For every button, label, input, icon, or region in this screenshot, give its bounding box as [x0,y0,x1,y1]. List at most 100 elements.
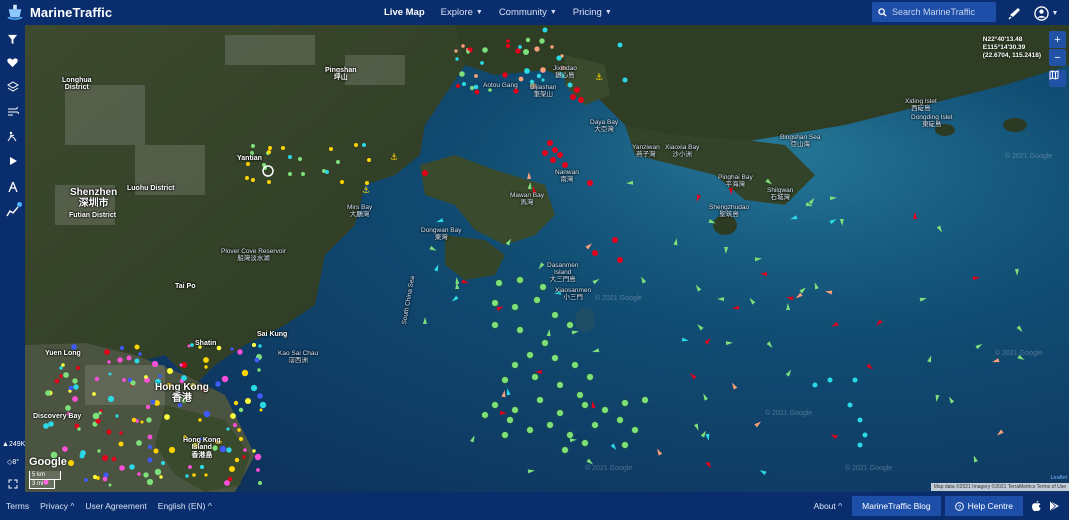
vessel-marker-harbour[interactable] [221,375,229,383]
vessel-marker-port[interactable] [502,72,508,78]
vessel-marker-harbour[interactable] [199,464,205,470]
vessel-marker-port[interactable] [459,71,465,77]
vessel-marker-port[interactable] [469,85,475,91]
vessel-marker-port[interactable] [524,68,530,74]
vessel-marker-harbour[interactable] [68,460,74,466]
user-agreement-link[interactable]: User Agreement [85,501,146,511]
vessel-marker-harbour[interactable] [183,435,187,439]
vessel-marker-harbour[interactable] [243,448,247,452]
map-attribution[interactable]: Map data ©2021 Imagery ©2021 TerraMetric… [930,483,1069,491]
live-map[interactable]: ⚓ ⚓ ⚓ Shenzhen 深圳市 Hong Kong 香港 Hong Kong … [25,25,1069,492]
vessel-marker-anchored[interactable] [621,399,629,407]
apple-app-store-icon[interactable] [1027,496,1045,516]
vessel-marker-harbour[interactable] [198,345,202,349]
vessel-marker-harbour[interactable] [190,343,194,347]
vessel-marker-harbour[interactable] [153,448,159,454]
vessel-marker-port[interactable] [515,48,521,54]
vessel-marker-harbour[interactable] [104,349,110,355]
vessel-marker-harbour[interactable] [204,473,208,477]
vessel-marker-harbour[interactable] [154,468,162,476]
vessel-marker-harbour[interactable] [111,456,117,462]
vessel-marker-port[interactable] [534,46,540,52]
vessel-marker-harbour[interactable] [98,411,102,415]
vessel-marker-harbour[interactable] [237,428,241,432]
vessel-marker-harbour[interactable] [227,476,233,482]
vessel-marker-harbour[interactable] [119,465,125,471]
vessel-marker-harbour[interactable] [185,474,189,478]
vessel-marker-port[interactable] [340,180,344,184]
vessel-marker-harbour[interactable] [45,390,51,396]
vessel-marker-tanker[interactable] [557,152,563,158]
vessel-marker-port[interactable] [281,146,285,150]
vessel-marker-anchored[interactable] [506,416,514,424]
vessel-marker-harbour[interactable] [84,478,88,482]
vessel-marker-harbour[interactable] [63,372,69,378]
vessel-marker-harbour[interactable] [190,383,196,389]
vessel-marker-port[interactable] [523,49,529,55]
vessel-marker-harbour[interactable] [238,407,244,413]
vessel-marker-harbour[interactable] [59,366,63,370]
brand-logo[interactable]: MarineTraffic [6,3,112,21]
vessel-marker-harbour[interactable] [259,408,263,412]
vessel-marker-harbour[interactable] [226,447,232,453]
vessel-marker-anchored[interactable] [556,381,564,389]
vessel-marker-port[interactable] [301,172,305,176]
vessel-marker-harbour[interactable] [254,453,262,461]
vessel-marker-harbour[interactable] [159,475,163,479]
vessel-marker-port[interactable] [251,178,255,182]
vessel-marker-harbour[interactable] [257,393,263,399]
rotation-indicator[interactable]: ◇8° [2,458,24,466]
vessel-marker-tanker[interactable] [552,147,558,153]
vessel-marker-anchored[interactable] [511,406,519,414]
vessel-marker-anchored[interactable] [516,276,524,284]
vessel-marker-harbour[interactable] [258,344,262,348]
vessel-marker-port[interactable] [250,151,254,155]
vessel-marker-passenger[interactable] [567,82,573,88]
vessel-marker-harbour[interactable] [92,474,98,480]
vessel-marker-port[interactable] [560,73,566,79]
vessel-marker-port[interactable] [268,146,272,150]
vessel-marker-port[interactable] [246,162,250,166]
vessel-marker-harbour[interactable] [72,396,78,402]
vessel-marker-harbour[interactable] [252,449,256,453]
vessel-marker-harbour[interactable] [166,383,172,389]
vessel-marker-tanker[interactable] [542,150,548,156]
vessel-marker-harbour[interactable] [241,369,249,377]
vessel-marker-harbour[interactable] [238,436,244,442]
vessel-marker-harbour[interactable] [65,405,71,411]
google-play-icon[interactable] [1045,496,1063,516]
vessel-marker-anchored[interactable] [511,361,519,369]
vessel-marker-harbour[interactable] [80,450,86,456]
blog-button[interactable]: MarineTraffic Blog [852,496,941,516]
vessel-marker-harbour[interactable] [215,381,221,387]
weather-button[interactable] [2,100,23,121]
help-centre-button[interactable]: ? Help Centre [944,496,1023,516]
vessel-marker-harbour[interactable] [242,455,246,459]
vessel-marker-harbour[interactable] [237,349,243,355]
vessel-marker-harbour[interactable] [108,483,112,487]
user-menu[interactable]: ▼ [1032,3,1060,23]
vessel-marker-harbour[interactable] [233,423,237,427]
density-maps-button[interactable] [2,125,23,146]
vessel-marker-anchored[interactable] [491,299,499,307]
anchor-icon[interactable]: ⚓ [362,186,370,196]
vessel-marker-harbour[interactable] [250,384,258,392]
vessel-marker-anchored[interactable] [581,439,589,447]
vessel-marker-harbour[interactable] [103,472,109,478]
vessel-marker-anchored[interactable] [511,303,519,311]
vessel-marker-anchored[interactable] [541,339,549,347]
vessel-marker-harbour[interactable] [181,375,187,381]
vessel-marker-passenger[interactable] [812,382,818,388]
vessel-marker-anchored[interactable] [556,409,564,417]
vessel-marker-harbour[interactable] [146,417,152,423]
vessel-marker-harbour[interactable] [61,363,65,367]
vessel-marker-port[interactable] [525,37,531,43]
search-box[interactable] [872,2,996,22]
nav-pricing[interactable]: Pricing ▼ [573,7,612,18]
vessel-marker-port[interactable] [536,73,542,79]
vessel-marker-anchored[interactable] [491,321,499,329]
filter-button[interactable] [2,29,23,50]
vessel-marker-harbour[interactable] [151,360,159,368]
vessel-marker-port[interactable] [455,57,459,61]
vessel-marker-port[interactable] [505,43,511,49]
